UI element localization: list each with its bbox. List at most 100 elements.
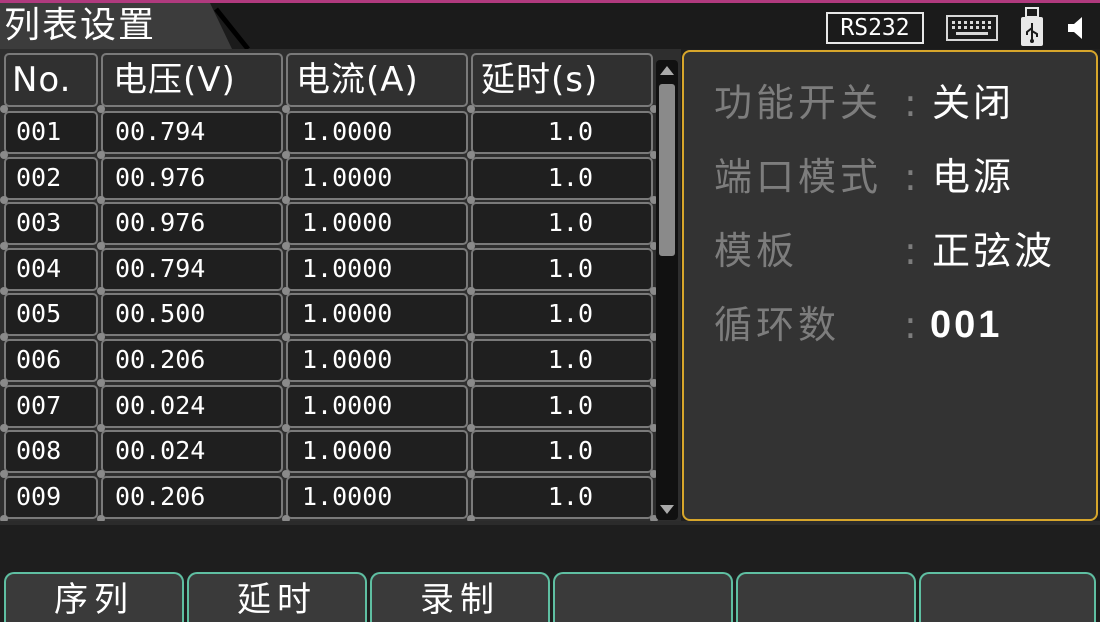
cycles-label: 循环数 (714, 303, 841, 347)
port-mode-colon: : (904, 155, 917, 199)
instrument-screen: 列表设置 RS232 No. 电压(V) 电流(A) 延时(s) 001 00.7… (0, 0, 1100, 622)
grid-junction (282, 378, 290, 387)
template-value[interactable]: 正弦波 (932, 226, 1055, 276)
cell-current[interactable]: 1.0000 (286, 156, 468, 200)
cell-no[interactable]: 009 (4, 475, 98, 519)
cell-current[interactable]: 1.0000 (286, 111, 468, 154)
cell-voltage[interactable]: 00.794 (101, 111, 283, 154)
cell-delay[interactable]: 1.0 (471, 156, 653, 200)
cell-delay[interactable]: 1.0 (471, 384, 653, 428)
cell-no[interactable]: 001 (4, 111, 98, 154)
message-bar (0, 525, 1100, 572)
cell-delay[interactable]: 1.0 (471, 247, 653, 291)
cell-delay[interactable]: 1.0 (471, 430, 653, 474)
grid-junction (97, 150, 105, 159)
grid-junction (467, 333, 475, 341)
grid-junction (0, 333, 8, 341)
cycles-colon: : (904, 303, 917, 347)
cell-voltage[interactable]: 00.024 (101, 384, 283, 428)
cell-delay[interactable]: 1.0 (471, 293, 653, 337)
table-scrollbar[interactable] (656, 60, 678, 520)
grid-junction (467, 378, 475, 387)
cell-voltage[interactable]: 00.206 (101, 339, 283, 382)
grid-junction (0, 378, 8, 387)
cell-no[interactable]: 006 (4, 339, 98, 382)
title-slash-icon (214, 7, 250, 51)
speaker-icon (1068, 17, 1082, 39)
grid-junction (282, 150, 290, 159)
usb-icon (1021, 7, 1043, 46)
template-label: 模板 (714, 229, 799, 273)
header-delay: 延时(s) (471, 53, 653, 107)
grid-junction (467, 241, 475, 250)
grid-junction (282, 105, 290, 113)
cell-no[interactable]: 004 (4, 247, 98, 291)
grid-junction (97, 469, 105, 478)
page-title: 列表设置 (4, 5, 157, 46)
title-bar: 列表设置 RS232 (0, 3, 1100, 51)
grid-junction (282, 469, 290, 478)
function-switch-colon: : (904, 81, 917, 125)
cell-delay[interactable]: 1.0 (471, 475, 653, 519)
grid-junction (97, 241, 105, 250)
port-mode-label: 端口模式 (714, 155, 883, 199)
softkey-6[interactable] (919, 572, 1096, 622)
cell-voltage[interactable]: 00.976 (101, 202, 283, 246)
softkey-sequence[interactable]: 序列 (4, 572, 184, 622)
function-switch-label: 功能开关 (714, 81, 883, 125)
cell-delay[interactable]: 1.0 (471, 202, 653, 246)
header-voltage: 电压(V) (101, 53, 283, 107)
grid-junction (467, 469, 475, 478)
cell-current[interactable]: 1.0000 (286, 384, 468, 428)
cell-no[interactable]: 003 (4, 202, 98, 246)
cell-current[interactable]: 1.0000 (286, 293, 468, 337)
softkey-record[interactable]: 录制 (370, 572, 550, 622)
cell-no[interactable]: 007 (4, 384, 98, 428)
cell-no[interactable]: 005 (4, 293, 98, 337)
grid-junction (0, 469, 8, 478)
list-info-panel: 功能开关 : 关闭 端口模式 : 电源 模板 : 正弦波 循环数 : 001 (682, 50, 1098, 521)
cell-current[interactable]: 1.0000 (286, 202, 468, 246)
cell-no[interactable]: 002 (4, 156, 98, 200)
cell-current[interactable]: 1.0000 (286, 247, 468, 291)
cell-voltage[interactable]: 00.976 (101, 156, 283, 200)
softkey-5[interactable] (736, 572, 916, 622)
grid-junction (282, 333, 290, 341)
cell-voltage[interactable]: 00.500 (101, 293, 283, 337)
list-table: No. 电压(V) 电流(A) 延时(s) 001 00.794 1.0000 1.0… (0, 49, 681, 524)
grid-junction (282, 241, 290, 250)
softkey-delay[interactable]: 延时 (187, 572, 367, 622)
template-colon: : (904, 229, 917, 273)
grid-junction (0, 150, 8, 159)
header-no: No. (4, 53, 98, 107)
grid-junction (467, 150, 475, 159)
softkey-4[interactable] (553, 572, 733, 622)
cell-current[interactable]: 1.0000 (286, 475, 468, 519)
cell-no[interactable]: 008 (4, 430, 98, 474)
cell-current[interactable]: 1.0000 (286, 339, 468, 382)
template-row[interactable]: 模板 : 正弦波 (714, 226, 1052, 276)
cycles-row[interactable]: 循环数 : 001 (714, 300, 999, 350)
grid-junction (97, 105, 105, 113)
grid-junction (0, 241, 8, 250)
grid-junction (467, 105, 475, 113)
port-mode-row[interactable]: 端口模式 : 电源 (714, 152, 1011, 202)
grid-junction (97, 333, 105, 341)
cell-current[interactable]: 1.0000 (286, 430, 468, 474)
cell-voltage[interactable]: 00.024 (101, 430, 283, 474)
scrollbar-thumb[interactable] (659, 84, 675, 256)
function-switch-value[interactable]: 关闭 (932, 78, 1014, 128)
scroll-down-icon[interactable] (660, 505, 674, 514)
cell-delay[interactable]: 1.0 (471, 111, 653, 154)
cell-delay[interactable]: 1.0 (471, 339, 653, 382)
grid-junction (97, 378, 105, 387)
cell-voltage[interactable]: 00.206 (101, 475, 283, 519)
scroll-up-icon[interactable] (660, 66, 674, 75)
function-switch-row[interactable]: 功能开关 : 关闭 (714, 78, 1011, 128)
keyboard-icon (946, 15, 998, 41)
cycles-value[interactable]: 001 (930, 300, 1002, 350)
rs232-indicator: RS232 (826, 12, 924, 44)
port-mode-value[interactable]: 电源 (932, 152, 1014, 202)
cell-voltage[interactable]: 00.794 (101, 247, 283, 291)
header-current: 电流(A) (286, 53, 468, 107)
